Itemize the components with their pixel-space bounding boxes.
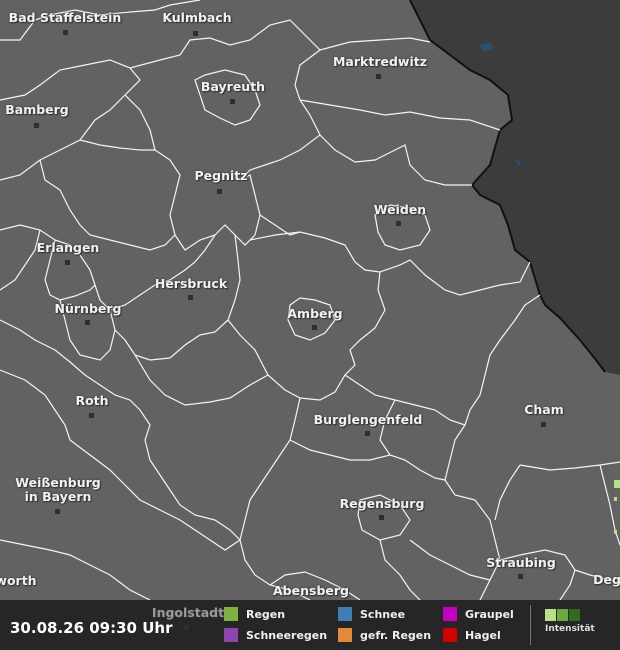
czech-territory	[410, 0, 620, 375]
city-label: Bayreuth	[200, 79, 266, 94]
city-label: Weiden	[373, 202, 427, 217]
intensity-step-high	[569, 609, 580, 621]
city-marker	[217, 189, 222, 194]
city-label: Bad Staffelstein	[8, 10, 122, 25]
city-marker	[193, 31, 198, 36]
city-marker	[85, 320, 90, 325]
intensity-label: Intensität	[545, 624, 595, 634]
city-label: Straubing	[486, 555, 556, 570]
legend-label: gefr. Regen	[360, 628, 432, 642]
legend-separator	[530, 605, 531, 645]
city-marker	[379, 515, 384, 520]
city-marker	[55, 509, 60, 514]
legend-swatch-schnee	[338, 607, 352, 621]
city-label: Kulmbach	[162, 10, 232, 25]
city-marker	[365, 431, 370, 436]
precipitation-cell	[614, 480, 620, 488]
city-marker	[376, 74, 381, 79]
city-label: worth	[0, 573, 37, 588]
city-marker	[184, 625, 189, 630]
city-label: Bamberg	[5, 102, 69, 117]
weather-radar-map[interactable]: Bad Staffelstein Kulmbach Marktredwitz B…	[0, 0, 620, 600]
legend-swatch-hagel	[443, 628, 457, 642]
city-label: Deg	[593, 572, 620, 587]
legend-item-regen: Regen	[224, 607, 285, 621]
timestamp: 30.08.26 09:30 Uhr	[10, 619, 173, 637]
legend-label: Regen	[246, 607, 286, 621]
legend-swatch-schneeregen	[224, 628, 238, 642]
city-label: Cham	[524, 402, 564, 417]
city-label: Regensburg	[339, 496, 425, 511]
intensity-step-mid	[557, 609, 568, 621]
city-marker	[65, 260, 70, 265]
legend-item-graupel: Graupel	[443, 607, 514, 621]
intensity-scale: Intensität	[545, 609, 595, 634]
city-label: Weißenburg in Bayern	[15, 475, 101, 504]
city-marker	[312, 325, 317, 330]
city-label: Roth	[75, 393, 109, 408]
legend-label: Schnee	[360, 607, 406, 621]
city-label: Ingolstadt	[151, 605, 225, 620]
legend-bar: 30.08.26 09:30 Uhr Ingolstadt Regen Schn…	[0, 600, 620, 650]
city-marker	[188, 295, 193, 300]
legend-swatch-regen	[224, 607, 238, 621]
city-marker	[34, 123, 39, 128]
city-label: Abensberg	[273, 583, 349, 598]
intensity-step-low	[545, 609, 556, 621]
legend-item-gefr-regen: gefr. Regen	[338, 628, 431, 642]
precipitation-cell	[614, 497, 617, 501]
city-marker	[396, 221, 401, 226]
city-label: Erlangen	[36, 240, 100, 255]
city-marker	[89, 413, 94, 418]
city-label: Nürnberg	[54, 301, 122, 316]
city-marker	[230, 99, 235, 104]
legend-item-schneeregen: Schneeregen	[224, 628, 327, 642]
city-marker	[63, 30, 68, 35]
city-marker	[541, 422, 546, 427]
precipitation-cell	[614, 530, 617, 534]
legend-label: Hagel	[465, 628, 501, 642]
legend-swatch-gefr-regen	[338, 628, 352, 642]
legend-label: Graupel	[465, 607, 514, 621]
city-label: Amberg	[287, 306, 343, 321]
intensity-bars	[545, 609, 595, 621]
legend-label: Schneeregen	[246, 628, 328, 642]
legend-swatch-graupel	[443, 607, 457, 621]
legend-item-schnee: Schnee	[338, 607, 405, 621]
city-marker	[518, 574, 523, 579]
city-label: Burglengenfeld	[313, 412, 423, 427]
map-borders	[0, 0, 620, 600]
legend-item-hagel: Hagel	[443, 628, 501, 642]
city-label: Marktredwitz	[332, 54, 428, 69]
city-label: Hersbruck	[154, 276, 228, 291]
city-label: Pegnitz	[194, 168, 248, 183]
